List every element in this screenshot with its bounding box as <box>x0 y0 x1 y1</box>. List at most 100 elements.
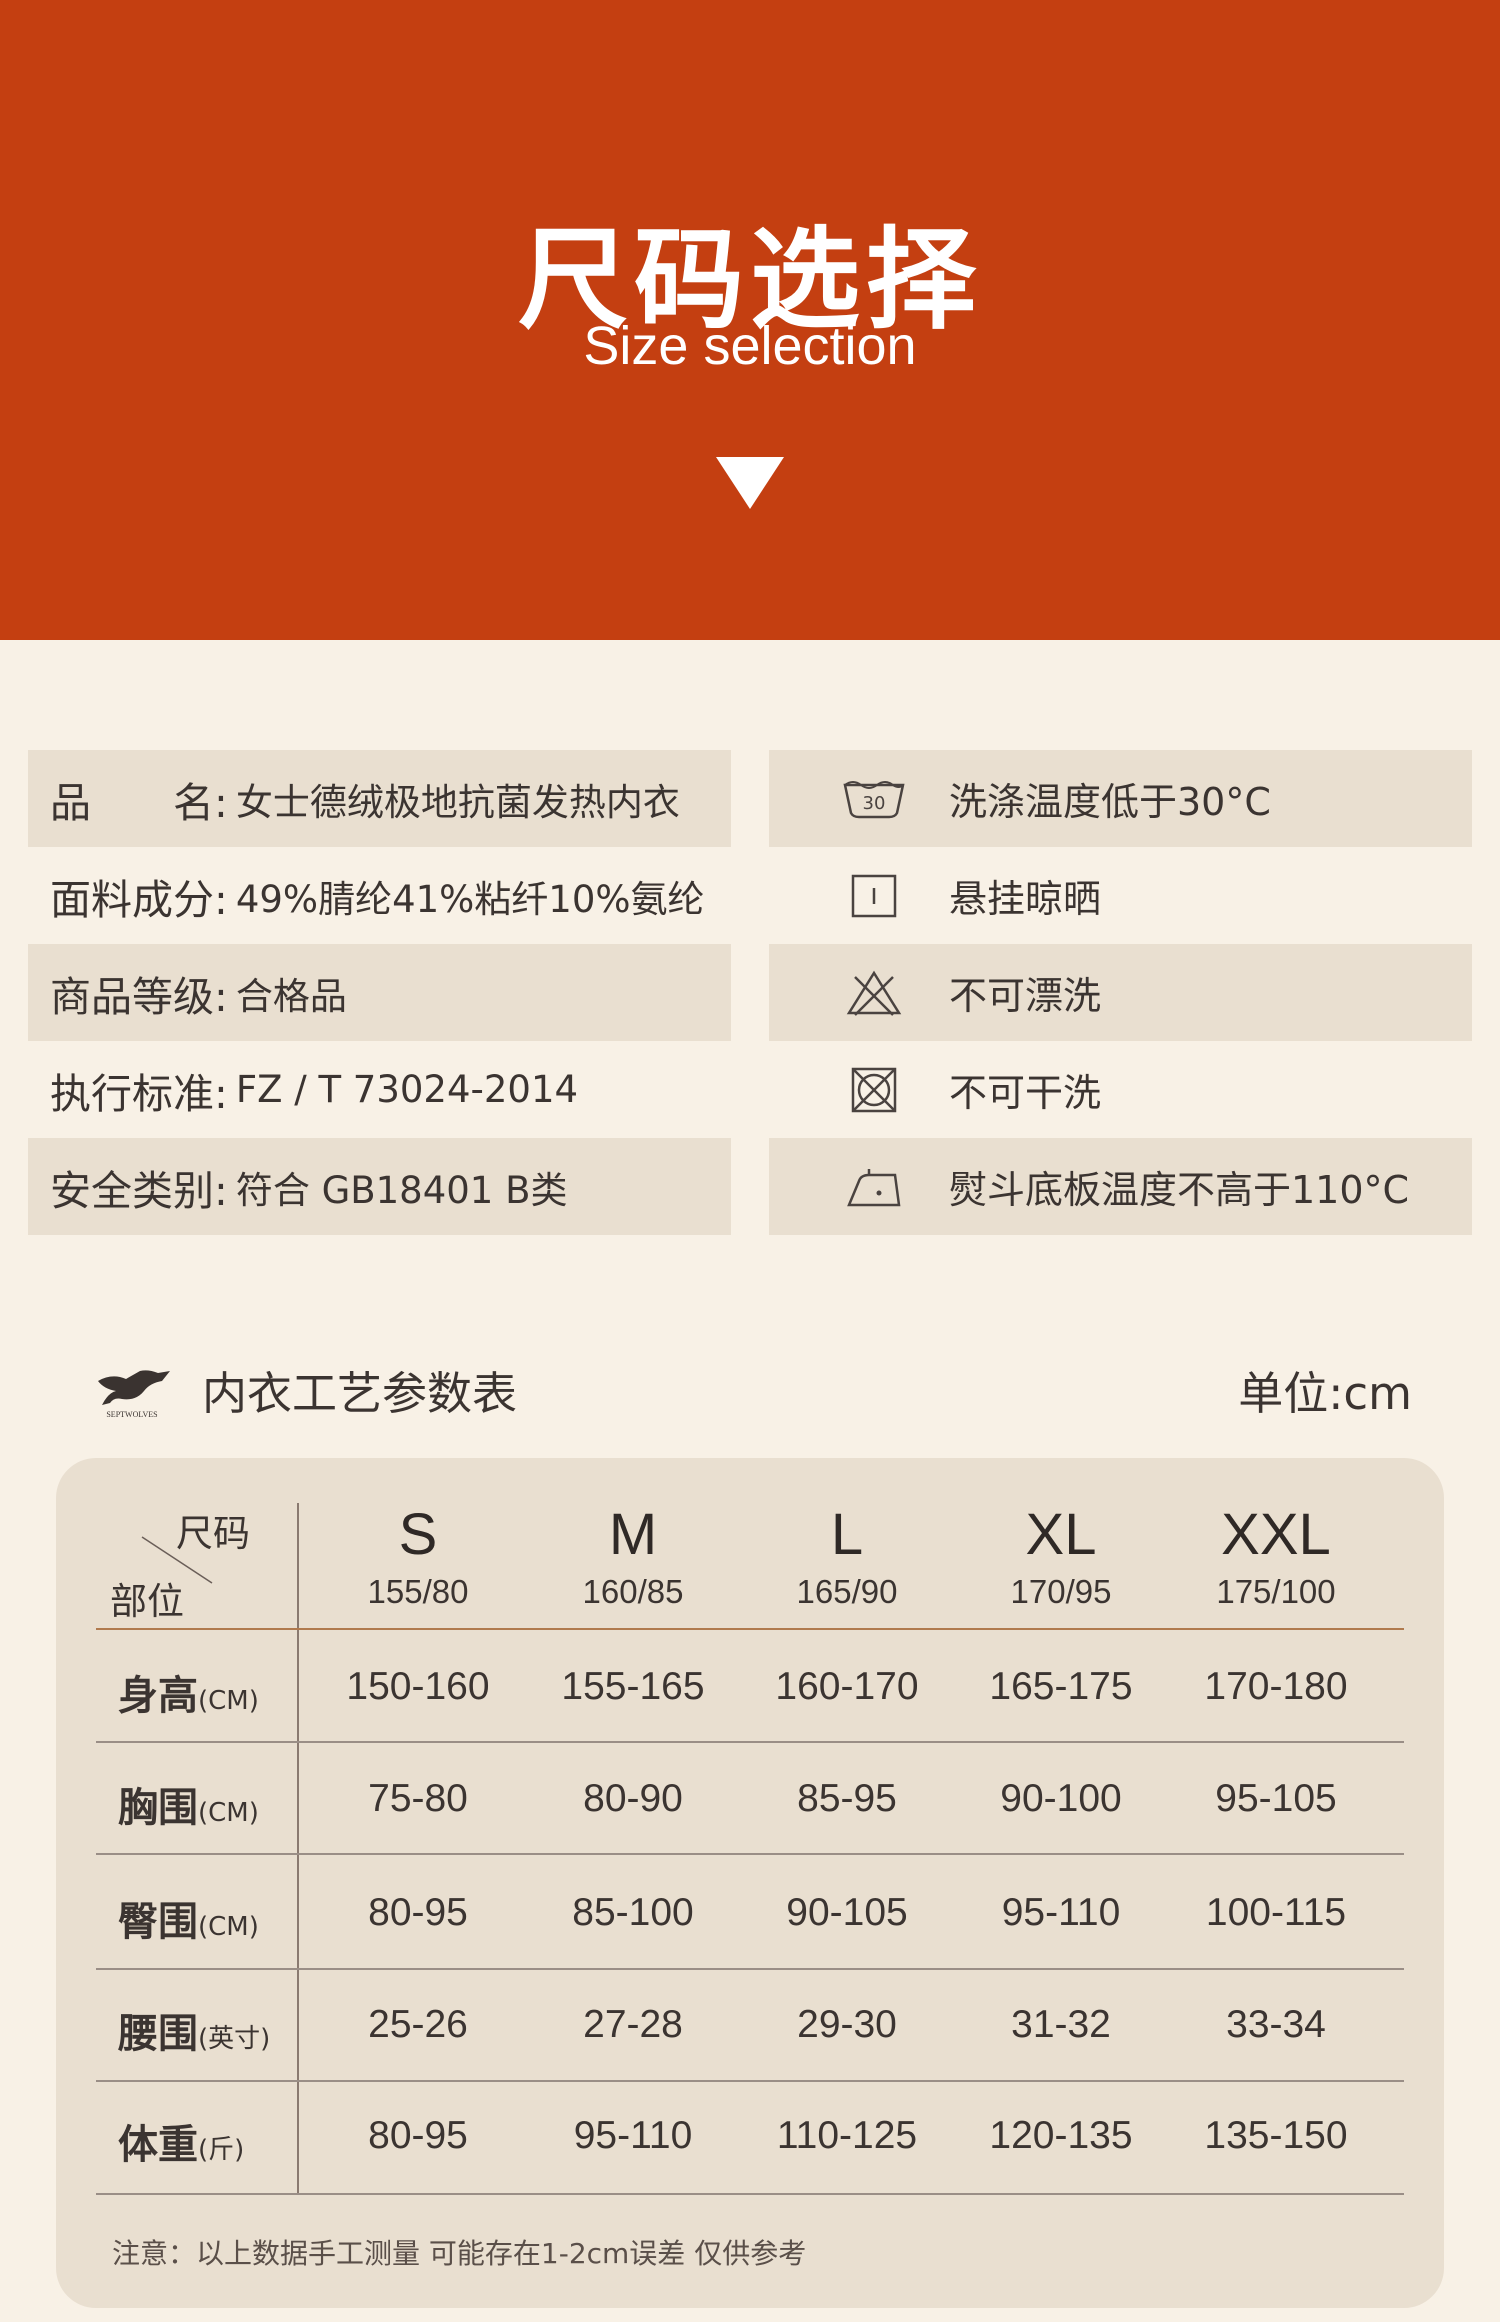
brand-logo-icon: SEPTWOLVES <box>98 1370 170 1419</box>
info-label: 品 名: <box>50 778 228 827</box>
iron-low-icon <box>847 1168 901 1206</box>
size-table-title: 内衣工艺参数表 <box>202 1367 518 1420</box>
table-cell: 80-95 <box>368 1891 468 1934</box>
table-cell: 75-80 <box>368 1777 468 1820</box>
info-value: 符合 GB18401 B类 <box>235 1168 568 1212</box>
info-value: 合格品 <box>235 974 347 1018</box>
care-text: 不可漂洗 <box>949 974 1102 1018</box>
table-cell: 100-115 <box>1205 1891 1347 1934</box>
row-label-text: 腰围 <box>118 2011 198 2057</box>
info-row: 商品等级: 合格品 不可漂洗 <box>28 944 1472 1041</box>
size-spec: 175/100 <box>1216 1573 1336 1610</box>
safety-category: 安全类别: 符合 GB18401 B类 <box>28 1138 731 1235</box>
size-spec: 165/90 <box>796 1573 898 1610</box>
row-label-unit: (CM) <box>198 1686 259 1716</box>
row-label-text: 身高 <box>118 1673 198 1719</box>
row-label-text: 体重 <box>118 2122 198 2168</box>
size-letter: M <box>608 1502 658 1567</box>
table-cell: 29-30 <box>797 2003 897 2046</box>
care-text: 不可干洗 <box>949 1071 1102 1115</box>
page-subtitle: Size selection <box>583 316 917 376</box>
row-divider <box>96 2080 1404 2082</box>
row-label-unit: (CM) <box>198 1798 259 1828</box>
size-letter: XXL <box>1221 1502 1331 1567</box>
row-label-unit: (斤) <box>198 2135 245 2165</box>
row-divider <box>96 1853 1404 1855</box>
product-grade: 商品等级: 合格品 <box>28 944 731 1041</box>
row-label-hip: 臀围(CM) <box>118 1889 259 1947</box>
info-row: 品 名: 女士德绒极地抗菌发热内衣 30 洗涤温度低于30°C <box>28 750 1472 847</box>
row-label-chest: 胸围(CM) <box>118 1775 259 1833</box>
product-info-section: 品 名: 女士德绒极地抗菌发热内衣 30 洗涤温度低于30°C 面料成分: 49… <box>28 750 1472 1235</box>
table-cell: 80-90 <box>583 1777 683 1820</box>
care-text: 悬挂晾晒 <box>949 877 1102 921</box>
wash-temp-label: 30 <box>863 793 886 814</box>
table-cell: 150-160 <box>346 1665 490 1708</box>
info-value: FZ / T 73024-2014 <box>235 1068 579 1111</box>
table-cell: 120-135 <box>989 2114 1133 2157</box>
size-header-xl: XL 170/95 <box>954 1503 1168 1611</box>
info-label: 执行标准: <box>50 1069 228 1118</box>
table-cell: 110-125 <box>776 2114 918 2157</box>
care-item: 悬挂晾晒 <box>769 847 1472 944</box>
size-header-s: S 155/80 <box>311 1503 525 1611</box>
table-corner: 尺码 部位 <box>96 1503 296 1628</box>
row-divider <box>96 2193 1404 2195</box>
wash-30-icon: 30 <box>843 780 905 818</box>
row-divider <box>96 1741 1404 1743</box>
size-table-header: SEPTWOLVES 内衣工艺参数表 单位:cm <box>92 1355 1412 1425</box>
table-cell: 95-110 <box>1001 1891 1121 1934</box>
row-label-height: 身高(CM) <box>118 1663 259 1721</box>
row-divider <box>96 1968 1404 1970</box>
table-cell: 27-28 <box>583 2003 683 2046</box>
header-banner: 尺码选择 Size selection <box>0 0 1500 640</box>
brand-logo-text: SEPTWOLVES <box>106 1410 157 1419</box>
unit-label: 单位:cm <box>1238 1367 1412 1420</box>
size-table: 尺码 部位 S 155/80 M 160/85 L 165/90 XL 170/… <box>56 1458 1444 2308</box>
care-text: 洗涤温度低于30°C <box>949 780 1271 824</box>
size-spec: 160/85 <box>582 1573 684 1610</box>
table-cell: 135-150 <box>1204 2114 1348 2157</box>
table-cell: 170-180 <box>1204 1665 1348 1708</box>
size-header-l: L 165/90 <box>740 1503 954 1611</box>
care-item: 不可干洗 <box>769 1041 1472 1138</box>
row-label-waist: 腰围(英寸) <box>118 2001 270 2059</box>
fabric-composition: 面料成分: 49%腈纶41%粘纤10%氨纶 <box>28 847 731 944</box>
table-cell: 90-100 <box>1000 1777 1122 1820</box>
table-cell: 160-170 <box>775 1665 919 1708</box>
care-item: 不可漂洗 <box>769 944 1472 1041</box>
table-cell: 33-34 <box>1226 2003 1326 2046</box>
column-divider <box>297 1503 299 2195</box>
info-value: 49%腈纶41%粘纤10%氨纶 <box>235 877 705 921</box>
info-value: 女士德绒极地抗菌发热内衣 <box>235 780 680 824</box>
product-name: 品 名: 女士德绒极地抗菌发热内衣 <box>28 750 731 847</box>
info-row: 执行标准: FZ / T 73024-2014 不可干洗 <box>28 1041 1472 1138</box>
measurement-note: 注意：以上数据手工测量 可能存在1-2cm误差 仅供参考 <box>112 2237 807 2270</box>
no-bleach-icon <box>846 970 902 1016</box>
size-header-xxl: XXL 175/100 <box>1169 1503 1383 1611</box>
row-label-text: 臀围 <box>118 1899 198 1945</box>
table-cell: 25-26 <box>368 2003 468 2046</box>
size-spec: 170/95 <box>1010 1573 1112 1610</box>
size-letter: L <box>830 1502 864 1567</box>
info-label: 面料成分: <box>50 875 228 924</box>
care-item: 熨斗底板温度不高于110°C <box>769 1138 1472 1235</box>
row-label-unit: (英寸) <box>198 2024 271 2054</box>
standard: 执行标准: FZ / T 73024-2014 <box>28 1041 731 1138</box>
table-cell: 165-175 <box>989 1665 1133 1708</box>
table-cell: 85-95 <box>797 1777 897 1820</box>
corner-part-label: 部位 <box>110 1580 184 1623</box>
table-cell: 31-32 <box>1011 2003 1111 2046</box>
table-cell: 155-165 <box>561 1665 705 1708</box>
down-arrow-icon <box>716 457 784 509</box>
hang-dry-icon <box>851 874 897 917</box>
info-label: 安全类别: <box>50 1166 228 1215</box>
info-row: 安全类别: 符合 GB18401 B类 熨斗底板温度不高于110°C <box>28 1138 1472 1235</box>
corner-size-label: 尺码 <box>176 1512 250 1555</box>
row-label-text: 胸围 <box>118 1785 198 1831</box>
size-spec: 155/80 <box>367 1573 469 1610</box>
row-label-unit: (CM) <box>198 1912 259 1942</box>
row-label-weight: 体重(斤) <box>118 2112 244 2170</box>
size-letter: S <box>398 1502 438 1567</box>
care-item: 30 洗涤温度低于30°C <box>769 750 1472 847</box>
